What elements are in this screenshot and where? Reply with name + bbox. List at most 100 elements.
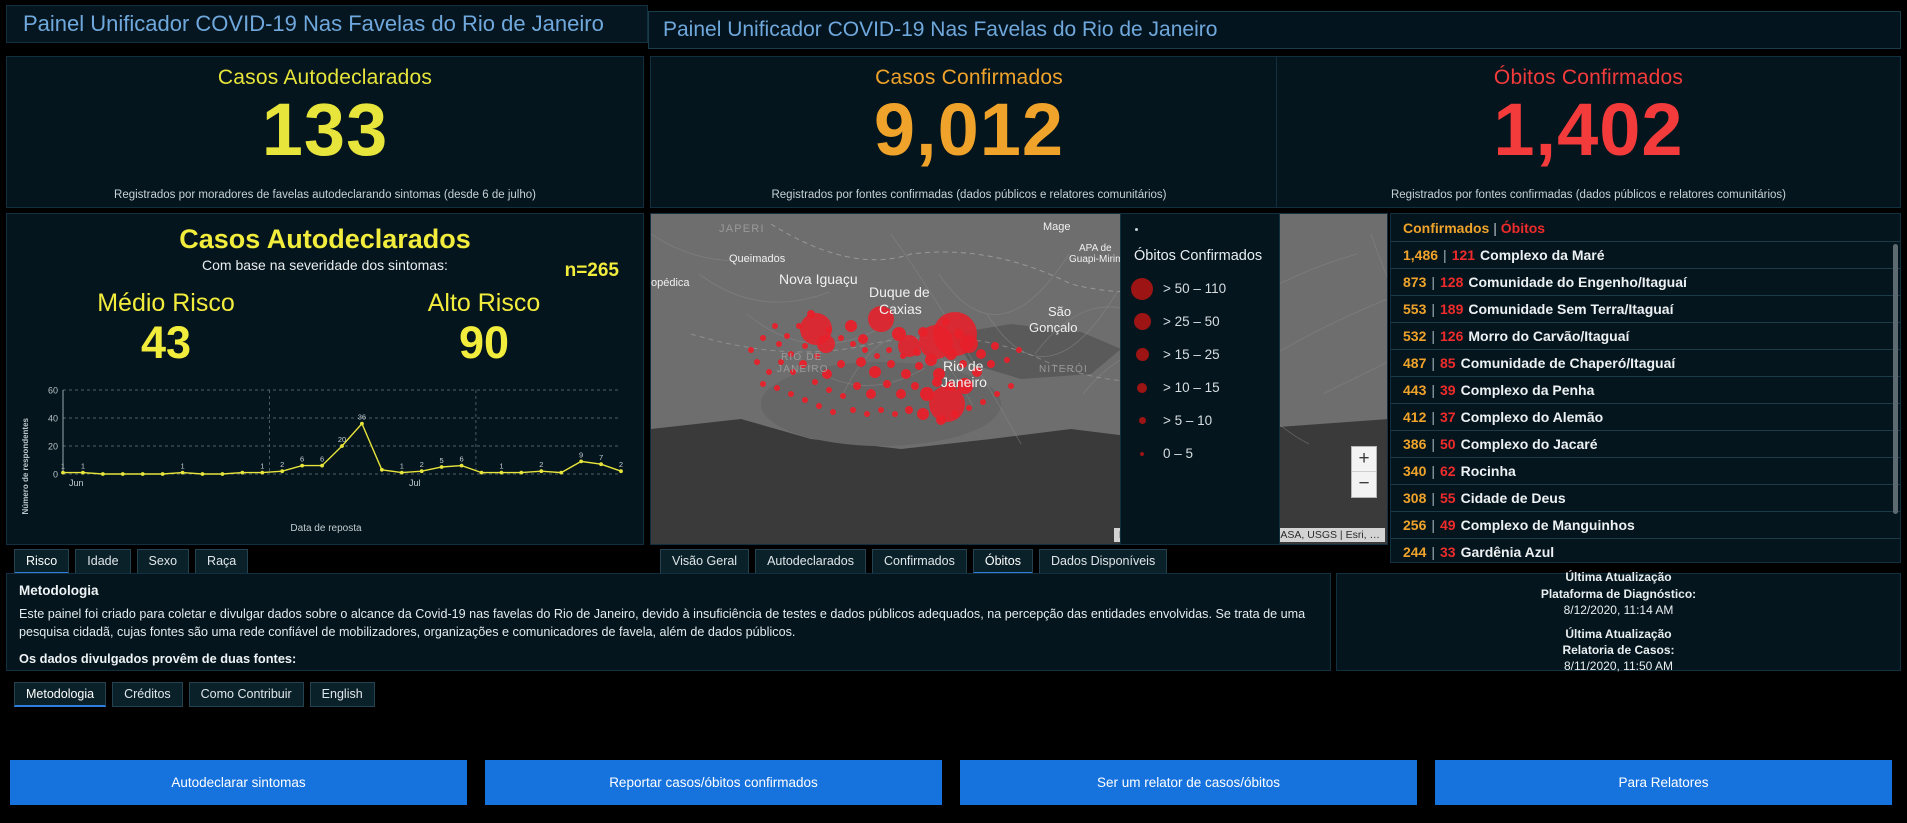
action-reportar-casos-bitos-confirmados-button[interactable]: Reportar casos/óbitos confirmados <box>485 760 942 805</box>
legend-item: > 25 – 50 <box>1121 305 1279 338</box>
action-para-relatores-button[interactable]: Para Relatores <box>1435 760 1892 805</box>
ranking-row[interactable]: 244|33Gardênia Azul <box>1391 538 1900 563</box>
ranking-row[interactable]: 308|55Cidade de Deus <box>1391 484 1900 511</box>
svg-text:Guapi-Mirim: Guapi-Mirim <box>1069 254 1123 265</box>
update-diagnostic-timestamp: 8/12/2020, 11:14 AM <box>1541 602 1696 618</box>
tab--bitos[interactable]: Óbitos <box>973 549 1033 574</box>
map-zoom-in-button[interactable]: + <box>1352 447 1376 472</box>
ranking-row[interactable]: 1,486|121Complexo da Maré <box>1391 241 1900 268</box>
ranking-row-deaths: 126 <box>1440 328 1463 344</box>
ranking-row-separator: | <box>1431 355 1435 371</box>
tab-english[interactable]: English <box>310 682 375 707</box>
tab-sexo[interactable]: Sexo <box>137 549 190 574</box>
risk-medium-label: Médio Risco <box>7 289 325 318</box>
community-ranking-panel[interactable]: Confirmados | Óbitos 1,486|121Complexo d… <box>1390 213 1901 563</box>
ranking-row-separator: | <box>1431 328 1435 344</box>
legend-item-list: > 50 – 110> 25 – 50> 15 – 25> 10 – 15> 5… <box>1121 272 1279 470</box>
ranking-row-confirmed: 256 <box>1403 517 1426 533</box>
tab-cr-ditos[interactable]: Créditos <box>112 682 183 707</box>
legend-item-label: > 50 – 110 <box>1163 281 1226 296</box>
ranking-header-deaths: Óbitos <box>1501 220 1545 236</box>
legend-marker-dot-icon <box>1135 228 1138 231</box>
kpi-title-confirmed-cases: Casos Confirmados <box>875 66 1063 90</box>
respondent-count-label: n=265 <box>565 260 619 282</box>
action-autodeclarar-sintomas-button[interactable]: Autodeclarar sintomas <box>10 760 467 805</box>
ranking-row[interactable]: 386|50Complexo do Jacaré <box>1391 430 1900 457</box>
tab-risco[interactable]: Risco <box>14 549 69 574</box>
ranking-row-separator: | <box>1431 301 1435 317</box>
ranking-row[interactable]: 553|189Comunidade Sem Terra/Itaguaí <box>1391 295 1900 322</box>
legend-bubble-icon <box>1139 417 1146 424</box>
svg-text:1: 1 <box>61 462 65 471</box>
ranking-row-deaths: 50 <box>1440 436 1456 452</box>
tab-como-contribuir[interactable]: Como Contribuir <box>189 682 304 707</box>
tab-idade[interactable]: Idade <box>75 549 130 574</box>
ranking-row[interactable]: 340|62Rocinha <box>1391 457 1900 484</box>
legend-item-label: 0 – 5 <box>1163 446 1193 461</box>
svg-text:Gonçalo: Gonçalo <box>1029 320 1077 335</box>
legend-bubble-icon <box>1134 313 1151 330</box>
update-diagnostic-line1: Última Atualização <box>1541 569 1696 585</box>
tab-dados-dispon-veis[interactable]: Dados Disponíveis <box>1039 549 1167 574</box>
svg-text:NITERÓI: NITERÓI <box>1039 362 1088 375</box>
ranking-row-name: Gardênia Azul <box>1461 544 1555 560</box>
update-reporting-line2: Relatoria de Casos: <box>1562 642 1674 658</box>
ranking-scrollbar[interactable] <box>1893 244 1898 514</box>
action-button-row[interactable]: Autodeclarar sintomas Reportar casos/óbit… <box>10 760 1892 805</box>
tab-confirmados[interactable]: Confirmados <box>872 549 967 574</box>
ranking-row-name: Cidade de Deus <box>1461 490 1566 506</box>
ranking-row-deaths: 33 <box>1440 544 1456 560</box>
svg-text:2: 2 <box>280 460 284 469</box>
map-zoom-controls[interactable]: + − <box>1351 446 1377 498</box>
methodology-panel: Metodologia Este painel foi criado para … <box>6 573 1331 671</box>
kpi-card-confirmed-deaths: Óbitos Confirmados 1,402 Registrados por… <box>1276 56 1901 208</box>
ranking-row-confirmed: 308 <box>1403 490 1426 506</box>
ranking-header-separator: | <box>1493 220 1497 236</box>
kpi-card-confirmed-cases: Casos Confirmados 9,012 Registrados por … <box>650 56 1288 208</box>
ranking-row[interactable]: 412|37Complexo do Alemão <box>1391 403 1900 430</box>
ranking-row[interactable]: 443|39Complexo da Penha <box>1391 376 1900 403</box>
legend-bubble-icon <box>1140 452 1144 456</box>
svg-text:1: 1 <box>499 462 503 471</box>
ranking-row-deaths: 37 <box>1440 409 1456 425</box>
tab-ra-a[interactable]: Raça <box>195 549 248 574</box>
ranking-row[interactable]: 256|49Complexo de Manguinhos <box>1391 511 1900 538</box>
legend-bubble-icon <box>1137 383 1147 393</box>
ranking-row-confirmed: 412 <box>1403 409 1426 425</box>
ranking-row-name: Comunidade do Engenho/Itaguaí <box>1468 274 1687 290</box>
svg-text:APA de: APA de <box>1079 243 1112 254</box>
ranking-row-name: Comunidade Sem Terra/Itaguaí <box>1468 301 1673 317</box>
ranking-row-confirmed: 244 <box>1403 544 1426 560</box>
action-ser-um-relator-de-casos-bitos-button[interactable]: Ser um relator de casos/óbitos <box>960 760 1417 805</box>
ranking-row-confirmed: 873 <box>1403 274 1426 290</box>
risk-high-value: 90 <box>325 320 643 365</box>
svg-text:RIO DE: RIO DE <box>781 352 823 363</box>
map-zoom-out-button[interactable]: − <box>1352 472 1376 497</box>
ranking-row[interactable]: 532|126Morro do Carvão/Itaguaí <box>1391 322 1900 349</box>
ranking-row[interactable]: 487|85Comunidade de Chaperó/Itaguaí <box>1391 349 1900 376</box>
risk-medium: Médio Risco 43 <box>7 289 325 365</box>
tab-autodeclarados[interactable]: Autodeclarados <box>755 549 866 574</box>
map-view-tabs[interactable]: Visão GeralAutodeclaradosConfirmadosÓbit… <box>660 549 1167 574</box>
ranking-row-deaths: 121 <box>1452 247 1475 263</box>
kpi-value-confirmed-cases: 9,012 <box>874 92 1064 167</box>
tab-vis-o-geral[interactable]: Visão Geral <box>660 549 749 574</box>
dashboard-title-right: Painel Unificador COVID-19 Nas Favelas d… <box>649 18 1217 42</box>
methodology-tabs[interactable]: MetodologiaCréditosComo ContribuirEnglis… <box>14 682 375 707</box>
kpi-subtitle-confirmed-cases: Registrados por fontes confirmadas (dado… <box>651 189 1287 201</box>
self-declared-tabs[interactable]: RiscoIdade SexoRaça <box>14 549 248 574</box>
ranking-row-name: Complexo de Manguinhos <box>1461 517 1635 533</box>
svg-text:6: 6 <box>300 455 304 464</box>
ranking-header-confirmed: Confirmados <box>1403 220 1489 236</box>
ranking-row[interactable]: 873|128Comunidade do Engenho/Itaguaí <box>1391 268 1900 295</box>
update-diagnostic-platform: Última Atualização Plataforma de Diagnós… <box>1541 569 1696 618</box>
self-declared-header: Casos Autodeclarados Com base na severid… <box>7 214 643 273</box>
ranking-row-separator: | <box>1431 436 1435 452</box>
tab-metodologia[interactable]: Metodologia <box>14 682 106 707</box>
svg-text:1: 1 <box>81 462 85 471</box>
legend-item: > 50 – 110 <box>1121 272 1279 305</box>
self-declared-panel: Casos Autodeclarados Com base na severid… <box>6 213 644 545</box>
legend-title: Óbitos Confirmados <box>1134 248 1262 264</box>
svg-text:Duque de: Duque de <box>869 284 930 300</box>
ranking-row-deaths: 128 <box>1440 274 1463 290</box>
